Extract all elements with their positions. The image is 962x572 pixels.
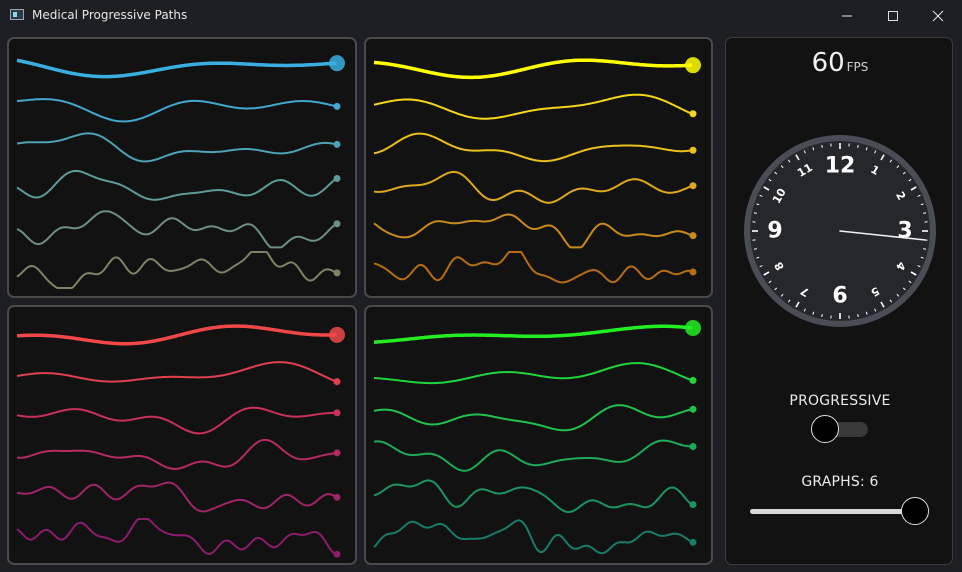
signal-path	[16, 361, 337, 383]
signal-head-dot	[333, 550, 341, 558]
clock-tick	[923, 248, 927, 250]
signal-path	[373, 362, 693, 385]
signal-head-dot	[333, 449, 341, 457]
signal-path	[16, 98, 337, 123]
control-panel: 60 FPS 12 1 2 3 4 5 6 7 8 9 10 11 PROGRESSIVE GRAPHS…	[725, 37, 953, 565]
signal-path	[373, 439, 693, 472]
signal-path	[373, 213, 693, 249]
graphs-slider-thumb[interactable]	[901, 497, 929, 525]
signal-path	[16, 58, 337, 79]
signal-head-dot	[333, 220, 341, 228]
progressive-label: PROGRESSIVE	[789, 393, 891, 409]
clock-tick	[857, 314, 859, 318]
panel-yellow-paths	[373, 57, 701, 284]
clock-tick	[923, 212, 927, 214]
signal-head-dot	[689, 442, 697, 450]
fps-unit: FPS	[846, 60, 869, 74]
clock-tick	[753, 248, 757, 250]
signal-head-dot	[689, 501, 697, 509]
signal-path	[373, 251, 693, 284]
clock-numeral: 12	[825, 154, 856, 179]
signal-head-dot	[689, 232, 697, 240]
clock-tick	[753, 212, 757, 214]
clock-tick	[821, 314, 823, 318]
maximize-icon	[888, 10, 898, 21]
close-icon	[932, 10, 944, 21]
signal-path	[16, 438, 337, 470]
clock-numeral: 9	[767, 219, 782, 244]
signal-path	[373, 404, 693, 432]
signal-head-dot	[685, 57, 701, 74]
panel-blue-paths	[16, 55, 345, 289]
signal-head-dot	[333, 174, 341, 182]
signal-path	[373, 93, 693, 120]
title-bar: Medical Progressive Paths	[0, 0, 962, 31]
signal-path	[373, 132, 693, 163]
signal-head-dot	[333, 493, 341, 501]
clock-tick	[857, 144, 859, 148]
signal-head-dot	[689, 538, 697, 546]
fps-counter: 60 FPS	[726, 48, 954, 78]
signal-head-dot	[689, 376, 697, 384]
progressive-toggle[interactable]	[811, 415, 839, 443]
signal-head-dot	[329, 326, 345, 343]
clock-tick	[821, 144, 823, 148]
app-icon	[10, 9, 24, 20]
signal-head-dot	[333, 409, 341, 417]
signal-head-dot	[689, 146, 697, 154]
signal-head-dot	[333, 140, 341, 148]
signal-path	[373, 58, 693, 80]
signal-head-dot	[689, 110, 697, 118]
panel-green	[364, 305, 713, 565]
signal-path	[16, 210, 338, 249]
signal-path	[16, 169, 338, 201]
fps-value: 60	[811, 48, 845, 78]
signal-path	[16, 132, 337, 163]
signal-path	[373, 324, 693, 344]
signal-path	[16, 481, 338, 513]
signal-path	[373, 519, 693, 555]
panel-yellow	[364, 37, 713, 298]
graphs-label: GRAPHS: 6	[801, 474, 879, 490]
clock-gauge: 12 1234567891011	[744, 135, 936, 327]
signal-path	[16, 251, 337, 289]
signal-path	[373, 170, 693, 204]
panel-red	[7, 305, 357, 565]
signal-path	[16, 324, 337, 346]
signal-path	[16, 518, 337, 556]
signal-head-dot	[333, 102, 341, 110]
signal-head-dot	[689, 405, 697, 413]
panel-blue	[7, 37, 357, 298]
signal-head-dot	[689, 268, 697, 276]
signal-path	[16, 406, 337, 435]
signal-head-dot	[333, 378, 341, 386]
maximize-button[interactable]	[870, 0, 916, 31]
signal-head-dot	[685, 319, 701, 336]
panel-red-paths	[16, 324, 345, 558]
minimize-button[interactable]	[824, 0, 870, 31]
signal-head-dot	[689, 182, 697, 190]
graphs-slider-track[interactable]	[750, 509, 920, 514]
panel-green-paths	[373, 319, 701, 555]
clock-numeral: 6	[832, 284, 847, 309]
window-title: Medical Progressive Paths	[32, 8, 188, 22]
signal-head-dot	[329, 55, 345, 72]
minimize-icon	[842, 15, 852, 16]
signal-head-dot	[333, 269, 341, 277]
clock-numeral: 3	[897, 219, 912, 244]
signal-path	[373, 479, 693, 513]
close-button[interactable]	[915, 0, 961, 31]
